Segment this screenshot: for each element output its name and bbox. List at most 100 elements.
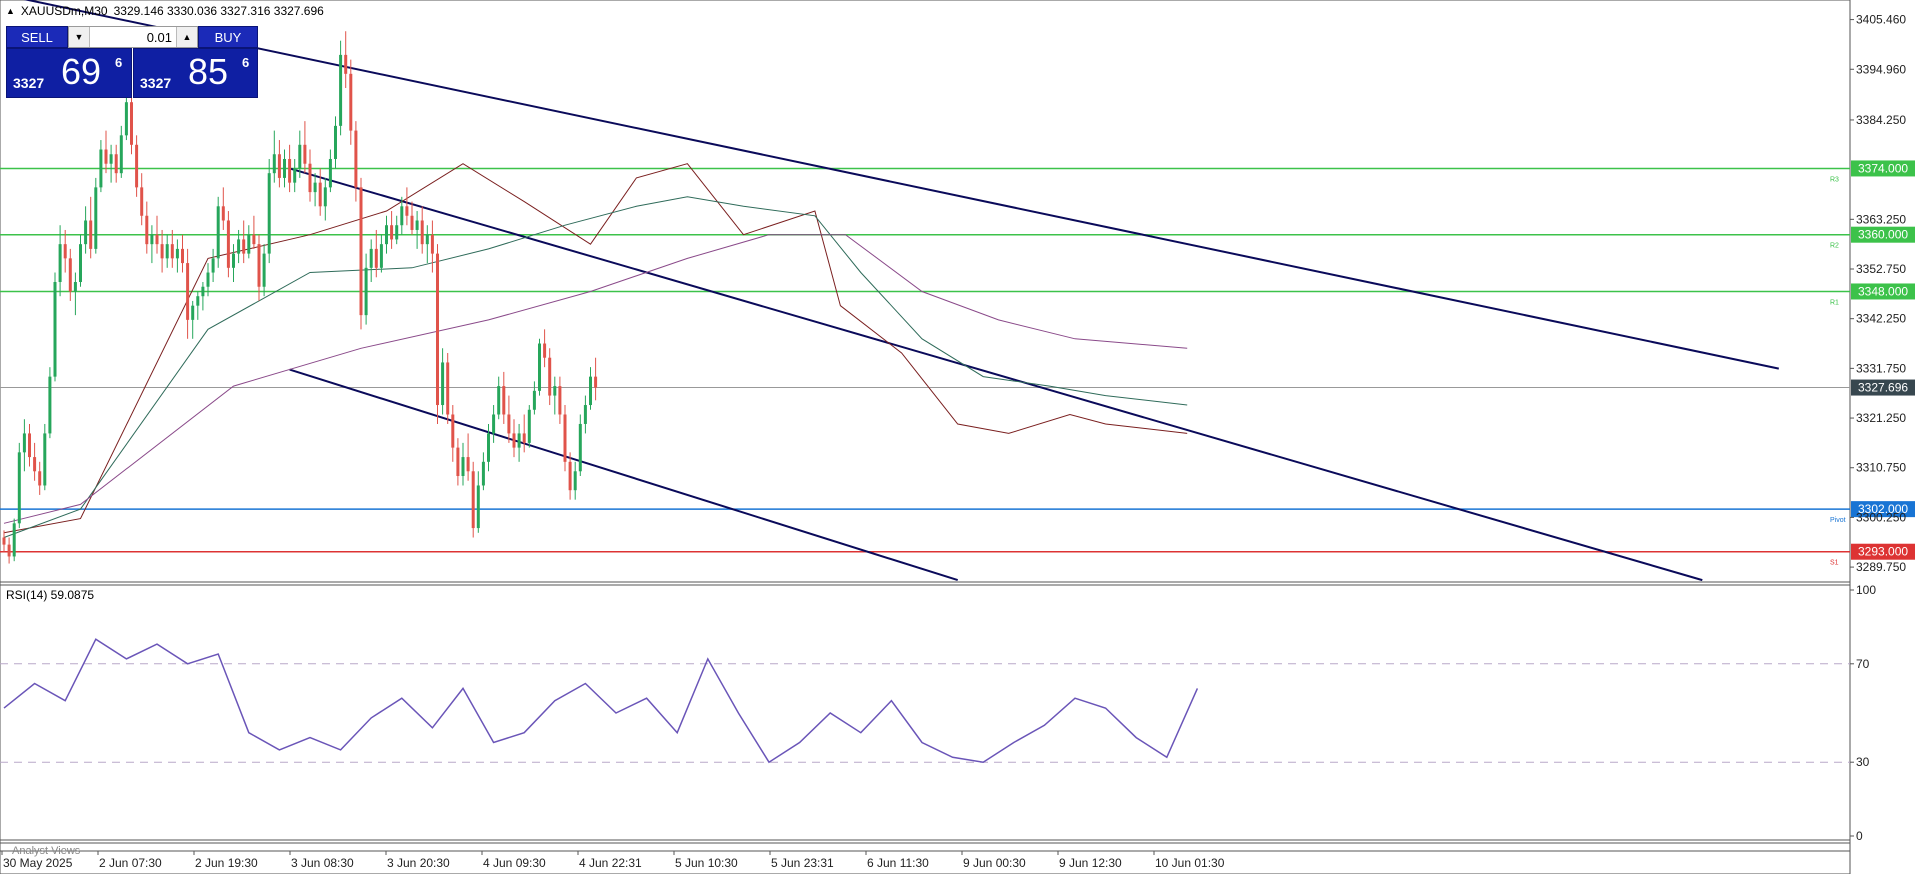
level-price-label: 3360.000 [1858, 228, 1908, 242]
lot-decrease-icon[interactable]: ▼ [69, 27, 90, 47]
candle-body [73, 282, 77, 292]
bid-price-box[interactable]: 3327 69 6 [6, 48, 132, 98]
candle-body [349, 73, 353, 131]
candle [48, 367, 52, 439]
candle-body [303, 144, 307, 164]
level-tag: R3 [1830, 176, 1839, 183]
candle-body [573, 471, 577, 491]
buy-button[interactable]: BUY [198, 26, 258, 48]
price-tick-label: 3300.250 [1856, 510, 1906, 524]
candle-body [191, 305, 195, 320]
price-tick-label: 3331.750 [1856, 361, 1906, 375]
candle-body [446, 362, 450, 415]
time-tick-label: 5 Jun 10:30 [675, 856, 738, 870]
candle-body [226, 220, 230, 268]
candle-body [369, 248, 373, 268]
candle-body [420, 220, 424, 245]
candle-body [145, 215, 149, 245]
candle-body [104, 149, 108, 164]
lot-size-input[interactable] [90, 28, 176, 46]
candle-body [563, 414, 567, 462]
candle-body [196, 296, 200, 306]
candle-body [38, 471, 42, 486]
candle-body [28, 433, 31, 458]
candle-body [22, 433, 26, 453]
candle [53, 272, 57, 382]
trading-chart[interactable]: R33374.000R23360.000R13348.000Pivot3302.… [0, 0, 1916, 874]
candle-body [461, 457, 465, 477]
candle-body [48, 376, 52, 434]
candle-body [33, 457, 37, 472]
candle-body [313, 182, 317, 193]
candle-body [130, 102, 133, 145]
candle-body [492, 414, 496, 434]
candle-body [170, 244, 174, 259]
bid-price-big: 69 [61, 51, 102, 92]
candle-body [84, 220, 88, 245]
level-tag: Pivot [1830, 517, 1846, 524]
time-tick-label: 10 Jun 01:30 [1155, 856, 1225, 870]
candle-body [247, 234, 251, 254]
candle-body [79, 244, 82, 283]
price-tick-label: 3394.960 [1856, 62, 1906, 76]
candle-body [466, 457, 470, 472]
candle-body [415, 220, 419, 230]
candle-body [135, 144, 139, 188]
time-tick-label: 9 Jun 12:30 [1059, 856, 1122, 870]
candle-body [583, 405, 587, 424]
candle-body [298, 144, 302, 169]
candle [359, 177, 363, 330]
ask-price-box[interactable]: 3327 85 6 [133, 48, 258, 98]
candle-body [43, 433, 47, 486]
candle [436, 244, 439, 424]
candle-body [430, 234, 434, 254]
time-tick-label: 30 May 2025 [3, 856, 73, 870]
candle-body [186, 263, 190, 320]
candle-body [267, 173, 271, 254]
time-tick-label: 6 Jun 11:30 [867, 856, 929, 870]
candle-body [425, 234, 429, 245]
candle-body [374, 248, 378, 268]
time-tick-label: 5 Jun 23:31 [771, 856, 834, 870]
candle-body [323, 187, 327, 207]
candle [471, 461, 475, 538]
candle [226, 211, 230, 278]
candle-body [441, 362, 445, 406]
candle-body [175, 248, 179, 259]
candle [563, 405, 567, 472]
price-tick-label: 3342.250 [1856, 312, 1906, 326]
time-tick-label: 4 Jun 09:30 [483, 856, 546, 870]
level-tag: S1 [1830, 560, 1839, 567]
candle-body [553, 386, 557, 396]
candle-body [318, 182, 322, 207]
level-tag: R1 [1830, 299, 1839, 306]
candle-body [379, 244, 383, 268]
current-price-label: 3327.696 [1858, 381, 1908, 395]
candle-body [53, 282, 57, 377]
time-tick-label: 3 Jun 08:30 [291, 856, 354, 870]
lot-increase-icon[interactable]: ▲ [176, 27, 197, 47]
candle-body [242, 239, 246, 254]
candle-body [594, 376, 598, 388]
ohlc-values: 3329.146 3330.036 3327.316 3327.696 [113, 4, 324, 18]
time-tick-label: 3 Jun 20:30 [387, 856, 450, 870]
candle-body [589, 376, 592, 406]
level-tag: R2 [1830, 243, 1839, 250]
time-tick-label: 9 Jun 00:30 [963, 856, 1026, 870]
candle-body [89, 220, 93, 249]
candle-body [288, 158, 292, 183]
candle-body [497, 386, 501, 415]
level-price-label: 3374.000 [1858, 161, 1908, 175]
candle-body [211, 258, 215, 273]
collapse-triangle-icon[interactable]: ▲ [6, 6, 15, 16]
candle [446, 352, 450, 424]
sell-button[interactable]: SELL [6, 26, 68, 48]
candle-body [63, 244, 67, 259]
analyst-views-label[interactable]: Analyst Views [12, 845, 80, 857]
candle-body [471, 471, 475, 529]
candle-body [17, 452, 21, 524]
time-tick-label: 4 Jun 22:31 [579, 856, 642, 870]
price-tick-label: 3321.250 [1856, 411, 1906, 425]
price-tick-label: 3352.750 [1856, 262, 1906, 276]
candle-body [68, 258, 72, 292]
